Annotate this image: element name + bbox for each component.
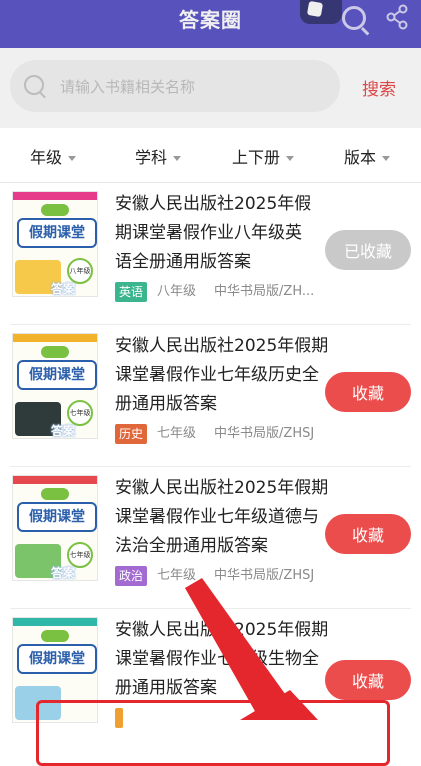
book-title[interactable]: 安徽人民出版社2025年假期课堂暑假作业七年级生物全册通用版答案 <box>115 616 330 703</box>
mascot-illustration <box>300 0 342 24</box>
book-grade: 八年级 <box>157 284 197 299</box>
book-title[interactable]: 安徽人民出版社2025年假期课堂暑假作业七年级历史全册通用版答案 <box>115 332 330 419</box>
filter-grade[interactable]: 年级 <box>30 144 77 168</box>
cover-logo: 假期课堂 <box>17 644 97 674</box>
filter-grade-label: 年级 <box>30 148 63 167</box>
cover-illustration <box>15 686 61 720</box>
list-item[interactable]: 假期课堂 安徽人民出版社2025年假期课堂暑假作业七年级生物全册通用版答案 收藏 <box>0 609 421 751</box>
search-icon[interactable] <box>342 6 366 30</box>
favorite-button[interactable]: 收藏 <box>325 660 411 700</box>
chevron-down-icon <box>382 156 391 161</box>
search-area: 搜索 <box>0 48 421 128</box>
book-title[interactable]: 安徽人民出版社2025年假期课堂暑假作业七年级道德与法治全册通用版答案 <box>115 474 330 561</box>
cover-band <box>13 476 97 484</box>
cover-band <box>13 192 97 200</box>
cover-band <box>13 334 97 342</box>
cover-badge <box>41 346 69 358</box>
book-grade: 七年级 <box>157 426 197 441</box>
cover-band <box>13 618 97 626</box>
filter-subject[interactable]: 学科 <box>135 144 182 168</box>
book-meta: 英语 八年级 中华书局版/ZH... <box>115 282 314 302</box>
search-box[interactable] <box>10 60 340 112</box>
book-meta <box>115 708 123 728</box>
book-publisher: 中华书局版/ZH... <box>214 284 315 299</box>
app-header: 答案圈 <box>0 0 421 48</box>
cover-stamp: 答案 <box>51 282 76 296</box>
favorite-button[interactable]: 收藏 <box>325 514 411 554</box>
chevron-down-icon <box>68 156 77 161</box>
search-button[interactable]: 搜索 <box>362 75 396 100</box>
filter-volume-label: 上下册 <box>232 148 281 167</box>
cover-badge <box>41 630 69 642</box>
subject-badge: 历史 <box>115 424 148 444</box>
cover-logo: 假期课堂 <box>17 502 97 532</box>
favorite-button[interactable]: 收藏 <box>325 372 411 412</box>
cover-logo: 假期课堂 <box>17 218 97 248</box>
share-icon[interactable] <box>384 4 410 30</box>
book-title[interactable]: 安徽人民出版社2025年假期课堂暑假作业八年级英语全册通用版答案 <box>115 190 315 277</box>
cover-badge <box>41 488 69 500</box>
chevron-down-icon <box>173 156 182 161</box>
book-cover[interactable]: 假期课堂 七年级 答案 <box>12 333 98 439</box>
book-publisher: 中华书局版/ZHSJ <box>214 568 315 583</box>
cover-badge <box>41 204 69 216</box>
subject-badge <box>115 708 123 728</box>
cover-stamp: 答案 <box>51 566 76 580</box>
book-cover[interactable]: 假期课堂 <box>12 617 98 723</box>
filter-edition-label: 版本 <box>344 148 377 167</box>
list-item[interactable]: 假期课堂 八年级 答案 安徽人民出版社2025年假期课堂暑假作业八年级英语全册通… <box>0 183 421 325</box>
list-item[interactable]: 假期课堂 七年级 答案 安徽人民出版社2025年假期课堂暑假作业七年级历史全册通… <box>0 325 421 467</box>
book-meta: 政治 七年级 中华书局版/ZHSJ <box>115 566 314 586</box>
subject-badge: 英语 <box>115 282 148 302</box>
cover-stamp: 答案 <box>51 424 76 438</box>
search-magnifier-icon <box>24 75 44 95</box>
book-publisher: 中华书局版/ZHSJ <box>214 426 315 441</box>
book-grade: 七年级 <box>157 568 197 583</box>
favorited-button[interactable]: 已收藏 <box>325 230 411 270</box>
list-item[interactable]: 假期课堂 七年级 答案 安徽人民出版社2025年假期课堂暑假作业七年级道德与法治… <box>0 467 421 609</box>
filter-edition[interactable]: 版本 <box>344 144 391 168</box>
book-cover[interactable]: 假期课堂 八年级 答案 <box>12 191 98 297</box>
cover-logo: 假期课堂 <box>17 360 97 390</box>
subject-badge: 政治 <box>115 566 148 586</box>
filter-bar: 年级 学科 上下册 版本 <box>0 128 421 183</box>
filter-volume[interactable]: 上下册 <box>232 144 295 168</box>
chevron-down-icon <box>286 156 295 161</box>
filter-subject-label: 学科 <box>135 148 168 167</box>
search-input[interactable] <box>58 70 322 104</box>
book-cover[interactable]: 假期课堂 七年级 答案 <box>12 475 98 581</box>
book-meta: 历史 七年级 中华书局版/ZHSJ <box>115 424 314 444</box>
